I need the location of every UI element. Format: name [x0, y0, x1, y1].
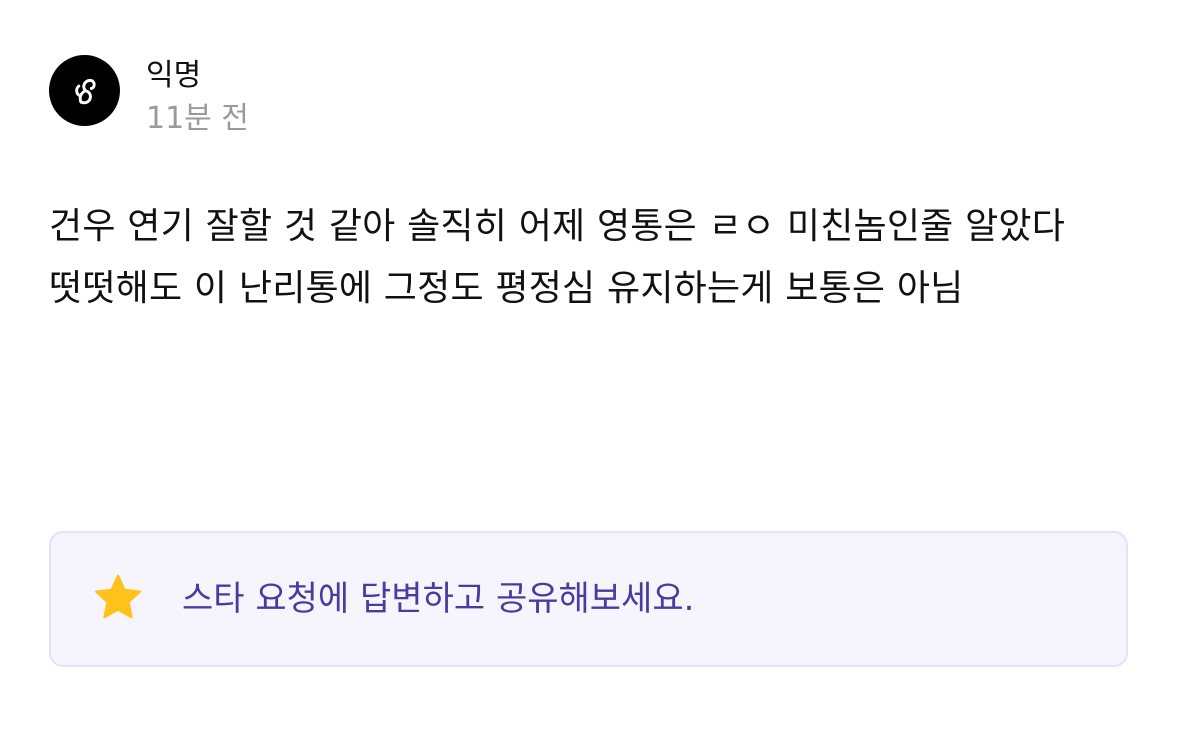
avatar[interactable]	[49, 55, 120, 126]
author-name: 익명	[146, 58, 202, 93]
star-request-banner[interactable]: 스타 요청에 답변하고 공유해보세요.	[49, 531, 1128, 667]
post-header: 익명 11분 전	[49, 55, 249, 137]
post-meta: 익명 11분 전	[146, 57, 249, 137]
anonymous-logo-icon	[74, 78, 96, 104]
star-icon	[90, 571, 146, 627]
star-request-text: 스타 요청에 답변하고 공유해보세요.	[182, 579, 695, 619]
post-time: 11분 전	[146, 101, 249, 136]
post-content: 건우 연기 잘할 것 같아 솔직히 어제 영통은 ㄹㅇ 미친놈인줄 알았다 떳떳…	[49, 206, 1066, 309]
